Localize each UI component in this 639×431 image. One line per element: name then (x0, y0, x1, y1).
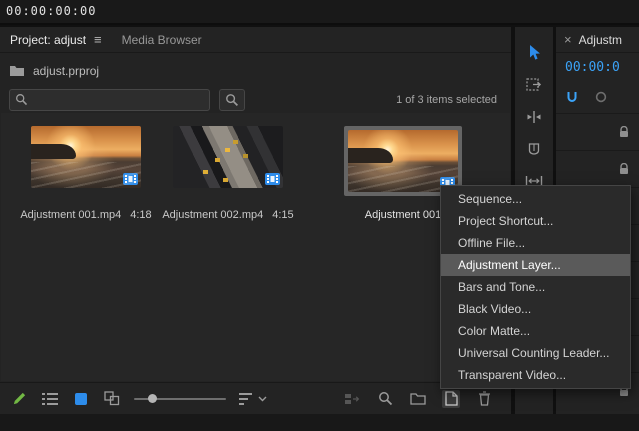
zoom-slider-knob[interactable] (148, 394, 157, 403)
project-writable-pencil-icon[interactable] (10, 390, 28, 408)
ripple-edit-tool-icon[interactable] (524, 107, 544, 126)
add-marker-icon[interactable] (595, 91, 607, 103)
clip-item[interactable]: Adjustment 002.mp4 4:15 (157, 126, 299, 221)
bin-icon[interactable] (9, 65, 25, 77)
clip-label: Adjustment 001.mp4 4:18 (20, 209, 151, 221)
status-bar (0, 414, 639, 431)
track-header-row (556, 113, 639, 150)
menu-item-project-shortcut[interactable]: Project Shortcut... (441, 210, 630, 232)
menu-item-bars-and-tone[interactable]: Bars and Tone... (441, 276, 630, 298)
search-input[interactable] (9, 89, 210, 111)
breadcrumb: adjust.prproj (0, 53, 511, 81)
menu-item-universal-counting-leader[interactable]: Universal Counting Leader... (441, 342, 630, 364)
project-items-area[interactable]: Adjustment 001.mp4 4:18 Adjustment 002.m… (1, 113, 510, 381)
selection-status: 1 of 3 items selected (396, 94, 497, 106)
menu-item-black-video[interactable]: Black Video... (441, 298, 630, 320)
search-box (9, 89, 210, 111)
razor-tool-icon[interactable] (524, 139, 544, 158)
menu-item-offline-file[interactable]: Offline File... (441, 232, 630, 254)
tab-media-browser[interactable]: Media Browser (112, 27, 212, 52)
bin-name[interactable]: adjust.prproj (33, 64, 99, 78)
track-header-row (556, 150, 639, 187)
chevron-down-icon (258, 396, 267, 402)
clear-trash-button[interactable] (475, 390, 493, 408)
clip-grid: Adjustment 001.mp4 4:18 Adjustment 002.m… (15, 126, 467, 221)
clip-duration: 4:15 (272, 209, 293, 221)
menu-item-transparent-video[interactable]: Transparent Video... (441, 364, 630, 386)
find-button[interactable] (376, 390, 394, 408)
new-bin-button[interactable] (409, 390, 427, 408)
clip-name: Adjustment 002.mp4 (162, 209, 263, 221)
timeline-timecode[interactable]: 00:00:0 (565, 60, 620, 75)
timeline-tab[interactable]: × Adjustm (556, 27, 639, 53)
tab-project[interactable]: Project: adjust ≡ (0, 27, 112, 52)
project-panel: Project: adjust ≡ Media Browser adjust.p… (0, 27, 511, 414)
selection-tool-icon[interactable] (524, 43, 544, 62)
menu-item-color-matte[interactable]: Color Matte... (441, 320, 630, 342)
filmstrip-badge-icon (123, 173, 138, 185)
clip-name: Adjustment 001 (365, 209, 441, 221)
clip-label: Adjustment 002.mp4 4:15 (162, 209, 293, 221)
track-lock-icon[interactable] (619, 126, 629, 138)
timecode-display[interactable]: 00:00:00:00 (6, 4, 96, 18)
snap-magnet-icon[interactable] (566, 91, 578, 104)
sort-icons-button[interactable] (239, 393, 267, 405)
timeline-tab-label: Adjustm (579, 33, 622, 47)
timeline-toggles (566, 89, 607, 105)
clip-duration: 4:18 (130, 209, 151, 221)
clip-thumbnail[interactable] (31, 126, 141, 188)
freeform-view-button[interactable] (103, 390, 121, 408)
new-item-context-menu: Sequence... Project Shortcut... Offline … (440, 185, 631, 389)
track-select-forward-tool-icon[interactable] (524, 75, 544, 94)
top-bar: 00:00:00:00 (0, 0, 639, 25)
clip-thumbnail[interactable] (173, 126, 283, 188)
automate-to-sequence-button[interactable] (343, 390, 361, 408)
clip-label: Adjustment 001 (365, 209, 441, 221)
toolbar-right-group (343, 390, 511, 408)
tab-project-label: Project: adjust (10, 33, 86, 47)
clip-thumbnail[interactable] (348, 130, 458, 192)
close-icon[interactable]: × (564, 32, 572, 47)
zoom-slider[interactable] (134, 390, 226, 408)
menu-item-sequence[interactable]: Sequence... (441, 188, 630, 210)
list-view-button[interactable] (41, 390, 59, 408)
project-panel-toolbar (0, 382, 511, 414)
tab-media-browser-label: Media Browser (122, 33, 202, 47)
filmstrip-badge-icon (265, 173, 280, 185)
track-lock-icon[interactable] (619, 163, 629, 175)
clip-name: Adjustment 001.mp4 (20, 209, 121, 221)
panel-menu-icon[interactable]: ≡ (94, 32, 102, 47)
icon-view-button[interactable] (72, 390, 90, 408)
create-search-bin-button[interactable] (219, 89, 245, 111)
clip-item[interactable]: Adjustment 001.mp4 4:18 (15, 126, 157, 221)
project-panel-tabbar: Project: adjust ≡ Media Browser (0, 27, 511, 53)
new-item-button[interactable] (442, 390, 460, 408)
search-row: 1 of 3 items selected (0, 88, 511, 112)
menu-item-adjustment-layer[interactable]: Adjustment Layer... (441, 254, 630, 276)
search-icon (15, 93, 28, 106)
